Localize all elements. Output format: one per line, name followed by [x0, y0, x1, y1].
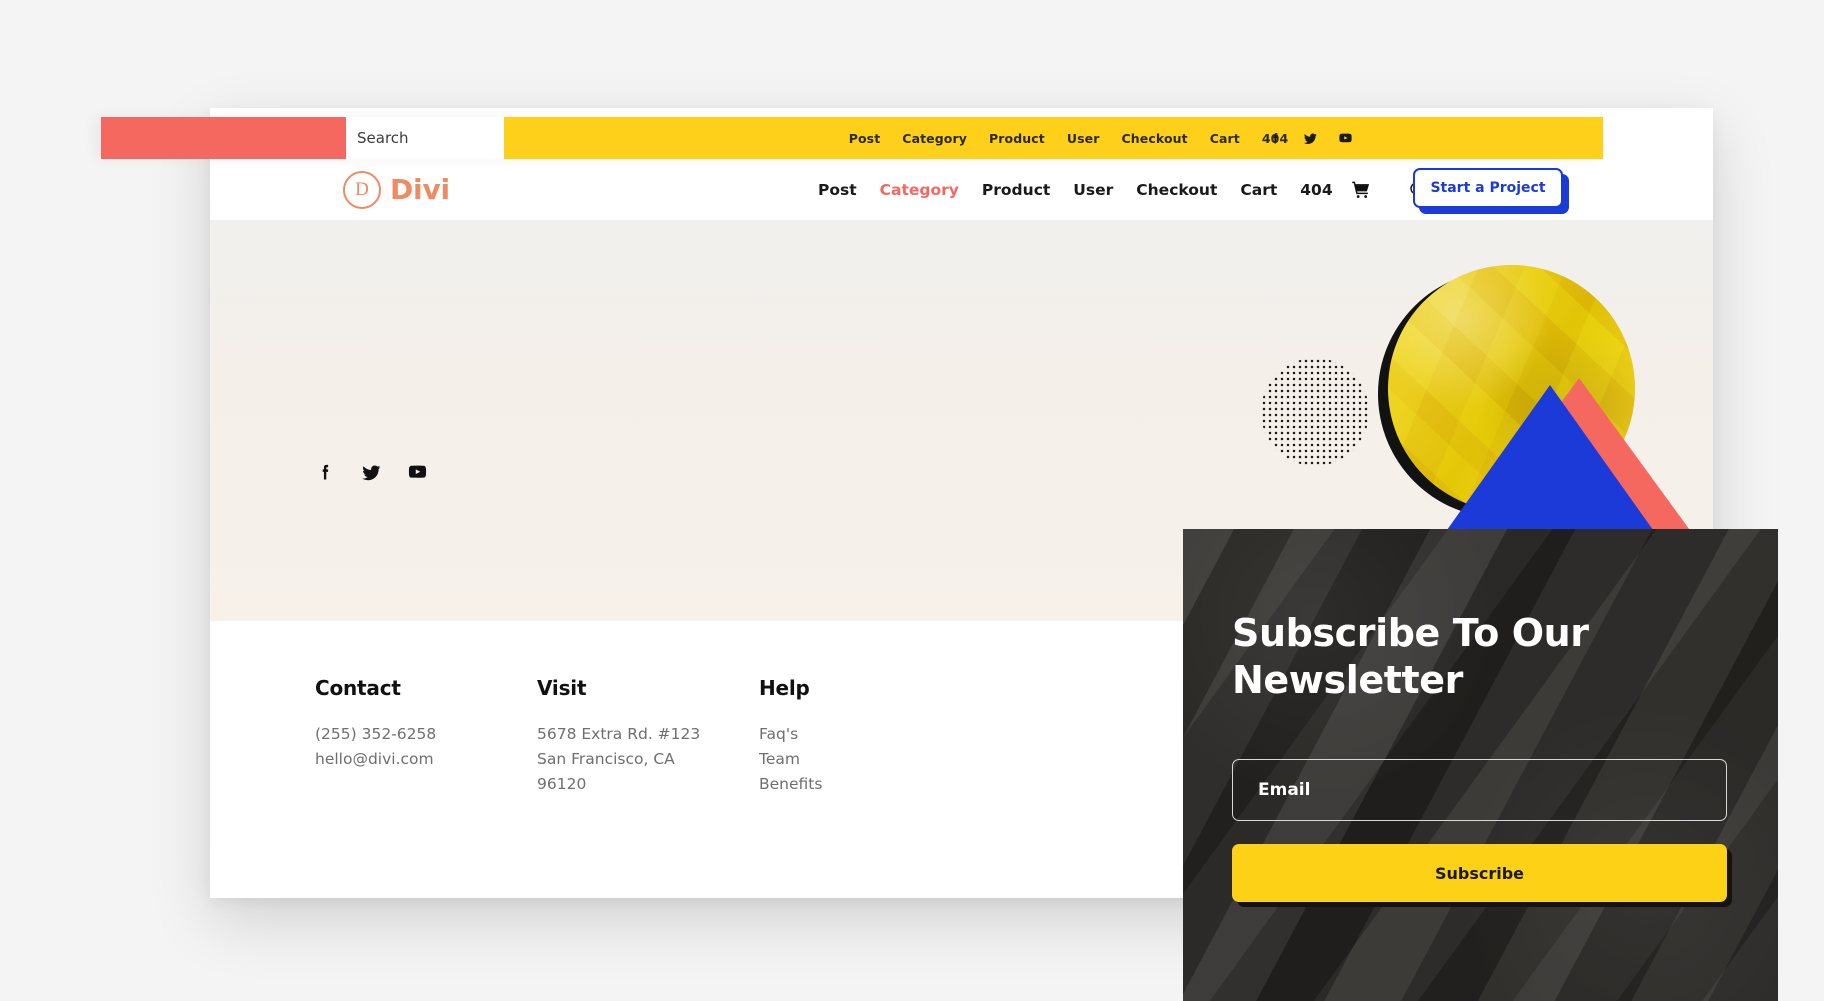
email-input[interactable]: Email: [1232, 759, 1727, 821]
footer-phone[interactable]: (255) 352-6258: [315, 722, 537, 747]
site-content-card: Contact (255) 352-6258 hello@divi.com Vi…: [210, 108, 1778, 1001]
nav-item-category[interactable]: Category: [880, 181, 959, 199]
facebook-icon[interactable]: [315, 462, 336, 483]
footer-columns: Contact (255) 352-6258 hello@divi.com Vi…: [315, 676, 981, 797]
footer-email[interactable]: hello@divi.com: [315, 747, 537, 772]
footer-column-title: Help: [759, 676, 810, 700]
youtube-icon[interactable]: [1338, 131, 1353, 146]
subscribe-button-wrap: Subscribe: [1232, 844, 1732, 907]
brand-name: Divi: [390, 173, 450, 206]
nav-item-checkout[interactable]: Checkout: [1136, 181, 1217, 199]
twitter-icon[interactable]: [361, 462, 382, 483]
nav-item-cart[interactable]: Cart: [1240, 181, 1277, 199]
youtube-icon[interactable]: [407, 462, 428, 483]
top-nav-item-cart[interactable]: Cart: [1210, 131, 1240, 146]
footer-column-help: Help Faq's Team Benefits: [759, 676, 981, 797]
start-a-project-wrap: Start a Project: [1413, 167, 1569, 214]
secondary-nav: Post Category Product User Checkout Cart…: [819, 131, 1289, 146]
nav-item-post[interactable]: Post: [818, 181, 857, 199]
email-input-placeholder: Email: [1258, 780, 1311, 800]
top-social-links: [1268, 131, 1353, 146]
divi-d-icon: D: [343, 170, 381, 209]
nav-item-404[interactable]: 404: [1300, 181, 1332, 199]
footer-address-line-1: 5678 Extra Rd. #123: [537, 725, 701, 743]
newsletter-title: Subscribe To Our Newsletter: [1232, 611, 1589, 703]
facebook-icon[interactable]: [1268, 131, 1283, 146]
site-header: D Divi Post Category Product User Checko…: [210, 159, 1713, 220]
top-yellow-strip: Post Category Product User Checkout Cart…: [504, 117, 1603, 159]
top-nav-item-product[interactable]: Product: [989, 131, 1045, 146]
brand-logo[interactable]: D Divi: [343, 170, 450, 209]
footer-link-faqs[interactable]: Faq's: [759, 722, 981, 747]
search-label: Search: [357, 129, 409, 147]
footer-column-visit: Visit 5678 Extra Rd. #123 San Francisco,…: [537, 676, 759, 797]
top-nav-item-category[interactable]: Category: [902, 131, 967, 146]
twitter-icon[interactable]: [1303, 131, 1318, 146]
nav-item-product[interactable]: Product: [982, 181, 1050, 199]
newsletter-inner: Subscribe To Our Newsletter Email Subscr…: [1232, 529, 1732, 1001]
top-utility-bar: Search Post Category Product User Checko…: [101, 117, 1603, 159]
top-nav-item-user[interactable]: User: [1067, 131, 1100, 146]
top-nav-item-checkout[interactable]: Checkout: [1122, 131, 1188, 146]
footer-address-line-3: 96120: [537, 775, 587, 794]
search-color-swatch: [101, 117, 346, 159]
footer-link-benefits[interactable]: Benefits: [759, 772, 981, 797]
footer-column-contact: Contact (255) 352-6258 hello@divi.com: [315, 676, 537, 797]
start-a-project-button[interactable]: Start a Project: [1413, 167, 1563, 208]
footer-column-title: Contact: [315, 676, 401, 700]
subscribe-button[interactable]: Subscribe: [1232, 844, 1727, 902]
footer-column-title: Visit: [537, 676, 587, 700]
newsletter-card: Subscribe To Our Newsletter Email Subscr…: [1183, 529, 1778, 1001]
footer-address-line-2: San Francisco, CA: [537, 750, 675, 769]
top-nav-item-post[interactable]: Post: [849, 131, 881, 146]
primary-nav: Post Category Product User Checkout Cart…: [818, 180, 1428, 200]
footer-link-team[interactable]: Team: [759, 747, 981, 772]
page-root: Contact (255) 352-6258 hello@divi.com Vi…: [0, 0, 1824, 1001]
hero-social-links: [315, 462, 428, 483]
nav-item-user[interactable]: User: [1073, 181, 1113, 199]
search-field[interactable]: Search: [346, 117, 504, 159]
shopping-cart-icon[interactable]: [1351, 180, 1371, 200]
